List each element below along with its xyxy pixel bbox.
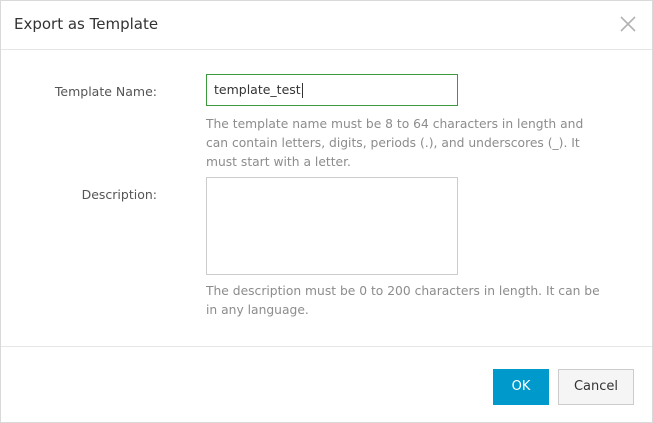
- template-name-value: template_test: [214, 82, 301, 97]
- template-name-hint: The template name must be 8 to 64 charac…: [206, 117, 584, 169]
- text-caret: [301, 83, 303, 98]
- description-textarea[interactable]: [206, 177, 458, 275]
- cancel-button[interactable]: Cancel: [558, 369, 634, 405]
- close-icon[interactable]: [617, 13, 639, 35]
- dialog-title: Export as Template: [14, 15, 159, 33]
- description-hint: The description must be 0 to 200 charact…: [206, 284, 600, 317]
- description-label: Description:: [81, 187, 157, 202]
- ok-button[interactable]: OK: [493, 369, 549, 405]
- dialog-footer: [1, 346, 652, 423]
- template-name-label: Template Name:: [54, 84, 157, 99]
- template-name-input[interactable]: template_test: [206, 74, 458, 106]
- export-template-dialog: Export as Template Template Name: templa…: [0, 0, 653, 423]
- dialog-header: Export as Template: [1, 1, 652, 50]
